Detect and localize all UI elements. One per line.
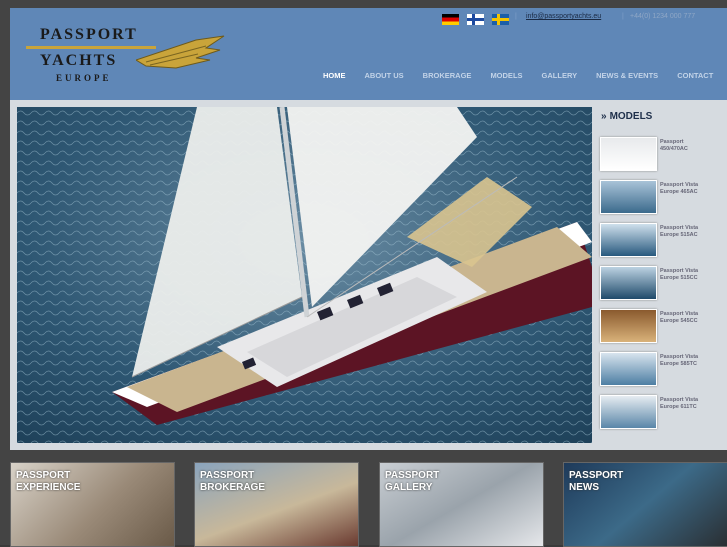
hero-image[interactable] xyxy=(17,107,592,443)
model-label: Passport Vista Europe 515AC xyxy=(660,225,722,239)
nav-gallery[interactable]: GALLERY xyxy=(542,71,578,80)
model-label: Passport Vista Europe 545CC xyxy=(660,311,722,325)
feature-tiles: PASSPORT EXPERIENCE PASSPORT BROKERAGE PAS… xyxy=(10,462,727,547)
language-flags xyxy=(442,14,509,25)
tile-gallery[interactable]: PASSPORT GALLERY xyxy=(379,462,544,547)
model-code: Europe 611TC xyxy=(660,404,697,410)
nav-about-us[interactable]: ABOUT US xyxy=(365,71,404,80)
tile-title: PASSPORT xyxy=(200,470,255,481)
tile-title: PASSPORT xyxy=(569,470,624,481)
model-thumbnail xyxy=(600,180,657,214)
flag-de-icon[interactable] xyxy=(442,14,459,25)
nav-contact[interactable]: CONTACT xyxy=(677,71,713,80)
nav-brokerage[interactable]: BROKERAGE xyxy=(423,71,472,80)
model-label: Passport Vista Europe 611TC xyxy=(660,397,722,411)
nav-news-events[interactable]: NEWS & EVENTS xyxy=(596,71,658,80)
hero-yacht-photo xyxy=(17,107,592,443)
tile-experience[interactable]: PASSPORT EXPERIENCE xyxy=(10,462,175,547)
page: PASSPORT YACHTS EUROPE | info@passportya… xyxy=(0,0,727,547)
model-label: Passport Vista Europe 465AC xyxy=(660,182,722,196)
model-thumbnail xyxy=(600,223,657,257)
main-nav: HOME ABOUT US BROKERAGE MODELS GALLERY N… xyxy=(323,71,727,80)
tile-subtitle: EXPERIENCE xyxy=(16,482,81,493)
flag-se-icon[interactable] xyxy=(492,14,509,25)
phone-number: +44(0) 1234 000 777 xyxy=(630,13,696,20)
email-link[interactable]: info@passportyachts.eu xyxy=(526,13,601,20)
model-name: Passport Vista xyxy=(660,268,699,274)
model-item[interactable]: Passport Vista Europe 515AC xyxy=(600,223,727,259)
logo-line2: YACHTS xyxy=(40,52,118,69)
model-thumbnail xyxy=(600,266,657,300)
model-code: Europe 545CC xyxy=(660,318,698,324)
model-code: Europe 515AC xyxy=(660,232,698,238)
nav-home[interactable]: HOME xyxy=(323,71,346,80)
header: PASSPORT YACHTS EUROPE | info@passportya… xyxy=(10,8,727,100)
model-code: 450/470AC xyxy=(660,146,688,152)
logo-line1: PASSPORT xyxy=(40,26,138,43)
model-name: Passport Vista xyxy=(660,182,699,188)
model-thumbnail xyxy=(600,309,657,343)
model-name: Passport Vista xyxy=(660,311,699,317)
model-label: Passport Vista Europe 515CC xyxy=(660,268,722,282)
model-item[interactable]: Passport Vista Europe 611TC xyxy=(600,395,727,431)
tile-brokerage-label: PASSPORT BROKERAGE xyxy=(200,470,265,494)
double-arrow-icon: » xyxy=(601,111,607,122)
model-name: Passport xyxy=(660,139,684,145)
tile-brokerage[interactable]: PASSPORT BROKERAGE xyxy=(194,462,359,547)
nav-models[interactable]: MODELS xyxy=(490,71,522,80)
model-item[interactable]: Passport Vista Europe 465AC xyxy=(600,180,727,216)
model-item[interactable]: Passport 450/470AC xyxy=(600,137,727,173)
model-name: Passport Vista xyxy=(660,225,699,231)
main-content: » MODELS Passport 450/470AC Passport Vista… xyxy=(10,100,727,450)
tile-title: PASSPORT xyxy=(385,470,440,481)
model-thumbnail xyxy=(600,352,657,386)
model-name: Passport Vista xyxy=(660,354,699,360)
model-item[interactable]: Passport Vista Europe 515CC xyxy=(600,266,727,302)
logo-line3: EUROPE xyxy=(56,73,112,83)
models-heading[interactable]: » MODELS xyxy=(601,111,652,122)
model-label: Passport Vista Europe 585TC xyxy=(660,354,722,368)
model-thumbnail xyxy=(600,137,657,171)
separator: | xyxy=(515,13,517,20)
model-item[interactable]: Passport Vista Europe 585TC xyxy=(600,352,727,388)
model-code: Europe 465AC xyxy=(660,189,698,195)
tile-experience-label: PASSPORT EXPERIENCE xyxy=(16,470,80,494)
logo[interactable]: PASSPORT YACHTS EUROPE xyxy=(26,26,226,84)
model-name: Passport Vista xyxy=(660,397,699,403)
model-item[interactable]: Passport Vista Europe 545CC xyxy=(600,309,727,345)
model-label: Passport 450/470AC xyxy=(660,139,722,153)
tile-subtitle: GALLERY xyxy=(385,482,433,493)
models-sidebar: » MODELS Passport 450/470AC Passport Vista… xyxy=(597,100,727,450)
tile-news-label: PASSPORT NEWS xyxy=(569,470,623,494)
eagle-wing-icon xyxy=(136,35,225,69)
model-code: Europe 585TC xyxy=(660,361,697,367)
tile-title: PASSPORT xyxy=(16,470,71,481)
model-thumbnail xyxy=(600,395,657,429)
tile-gallery-label: PASSPORT GALLERY xyxy=(385,470,439,494)
separator: | xyxy=(622,13,624,20)
tile-subtitle: BROKERAGE xyxy=(200,482,266,493)
model-code: Europe 515CC xyxy=(660,275,698,281)
tile-news[interactable]: PASSPORT NEWS xyxy=(563,462,727,547)
tile-subtitle: NEWS xyxy=(569,482,599,493)
flag-fi-icon[interactable] xyxy=(467,14,484,25)
models-heading-text: MODELS xyxy=(609,111,653,122)
